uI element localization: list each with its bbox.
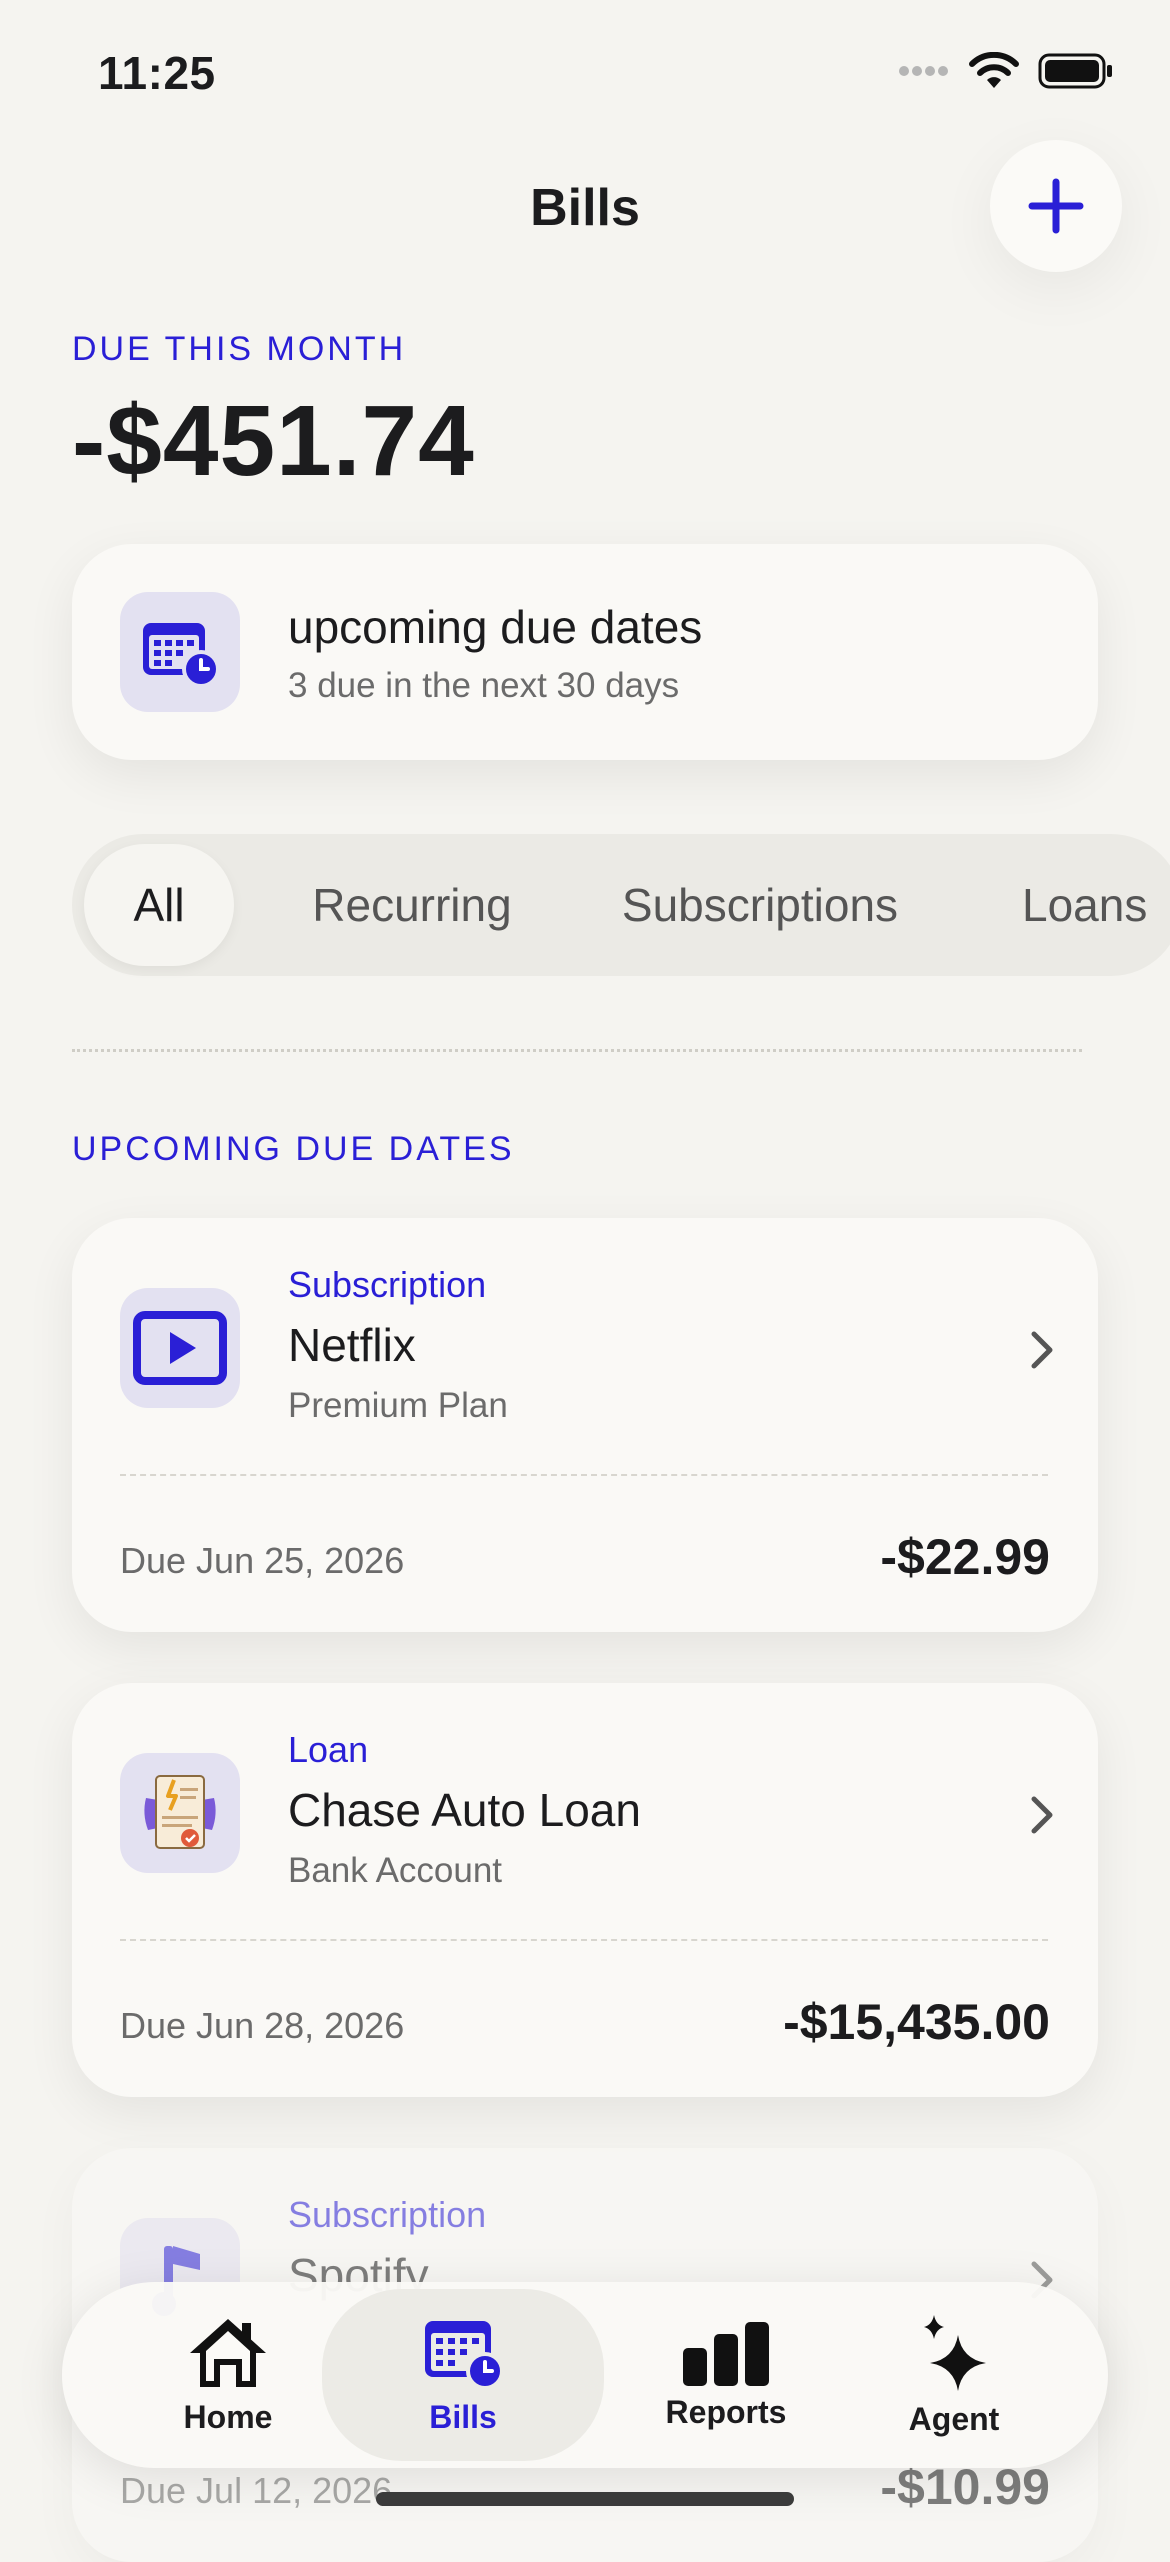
bill-name: Netflix: [288, 1319, 416, 1371]
bill-divider: [120, 1939, 1048, 1941]
calendar-clock-icon: [143, 623, 219, 687]
filter-tabs: All Recurring Subscriptions Loans: [72, 834, 1170, 976]
play-icon: [133, 1311, 227, 1385]
bill-divider: [120, 1474, 1048, 1476]
divider: [72, 1049, 1082, 1052]
upcoming-due-dates-card[interactable]: upcoming due dates 3 due in the next 30 …: [72, 544, 1098, 760]
nav-bills[interactable]: Bills: [322, 2289, 604, 2461]
bill-card-chase-auto-loan[interactable]: Loan Chase Auto Loan Bank Account Due Ju…: [72, 1683, 1098, 2097]
home-icon: [190, 2318, 266, 2387]
tab-subscriptions[interactable]: Subscriptions: [600, 844, 920, 966]
nav-label: Agent: [908, 2400, 1000, 2437]
summary-card-title: upcoming due dates: [288, 601, 703, 653]
bill-category: Loan: [288, 1729, 369, 1770]
tab-all[interactable]: All: [84, 844, 234, 966]
bill-category: Subscription: [288, 1264, 487, 1305]
status-icons: [898, 52, 1114, 90]
home-indicator: [376, 2492, 794, 2506]
nav-agent[interactable]: Agent: [844, 2282, 1064, 2468]
summary-card-subtitle: 3 due in the next 30 days: [288, 666, 680, 705]
document-icon: [144, 1775, 216, 1849]
nav-reports[interactable]: Reports: [616, 2282, 836, 2468]
bill-name: Chase Auto Loan: [288, 1784, 641, 1836]
bill-due-date: Due Jun 28, 2026: [120, 2005, 405, 2046]
bar-chart-icon: [683, 2321, 769, 2386]
plus-icon: [1028, 178, 1084, 234]
summary-icon-tile: [120, 592, 240, 712]
nav-label: Bills: [429, 2398, 497, 2435]
upcoming-due-dates-label: UPCOMING DUE DATES: [72, 1130, 515, 1168]
total-due-amount: -$451.74: [72, 385, 475, 497]
chevron-right-icon: [1031, 1796, 1053, 1834]
bottom-tab-bar: Home Bills Reports Agent: [62, 2282, 1108, 2468]
battery-icon: [1038, 53, 1112, 89]
bill-icon-tile: [120, 1753, 240, 1873]
bill-detail: Bank Account: [288, 1851, 503, 1890]
bill-detail: Premium Plan: [288, 1386, 508, 1425]
bill-icon-tile: [120, 1288, 240, 1408]
signal-icon: [899, 66, 948, 76]
tab-loans[interactable]: Loans: [1022, 844, 1170, 966]
bill-card-netflix[interactable]: Subscription Netflix Premium Plan Due Ju…: [72, 1218, 1098, 1632]
nav-label: Home: [183, 2398, 273, 2435]
wifi-icon: [969, 52, 1019, 88]
tab-recurring[interactable]: Recurring: [282, 844, 542, 966]
bill-amount: -$15,435.00: [783, 1994, 1050, 2050]
bill-due-date: Due Jul 12, 2026: [120, 2470, 393, 2511]
sparkle-icon: [924, 2314, 986, 2391]
calendar-clock-icon: [425, 2320, 504, 2390]
status-time: 11:25: [98, 47, 216, 99]
due-this-month-label: DUE THIS MONTH: [72, 330, 407, 368]
nav-home[interactable]: Home: [118, 2282, 338, 2468]
bill-amount: -$22.99: [880, 1529, 1050, 1585]
add-bill-button[interactable]: [990, 140, 1122, 272]
bill-due-date: Due Jun 25, 2026: [120, 1540, 405, 1581]
chevron-right-icon: [1031, 1331, 1053, 1369]
bill-category: Subscription: [288, 2194, 487, 2235]
nav-label: Reports: [665, 2393, 787, 2430]
